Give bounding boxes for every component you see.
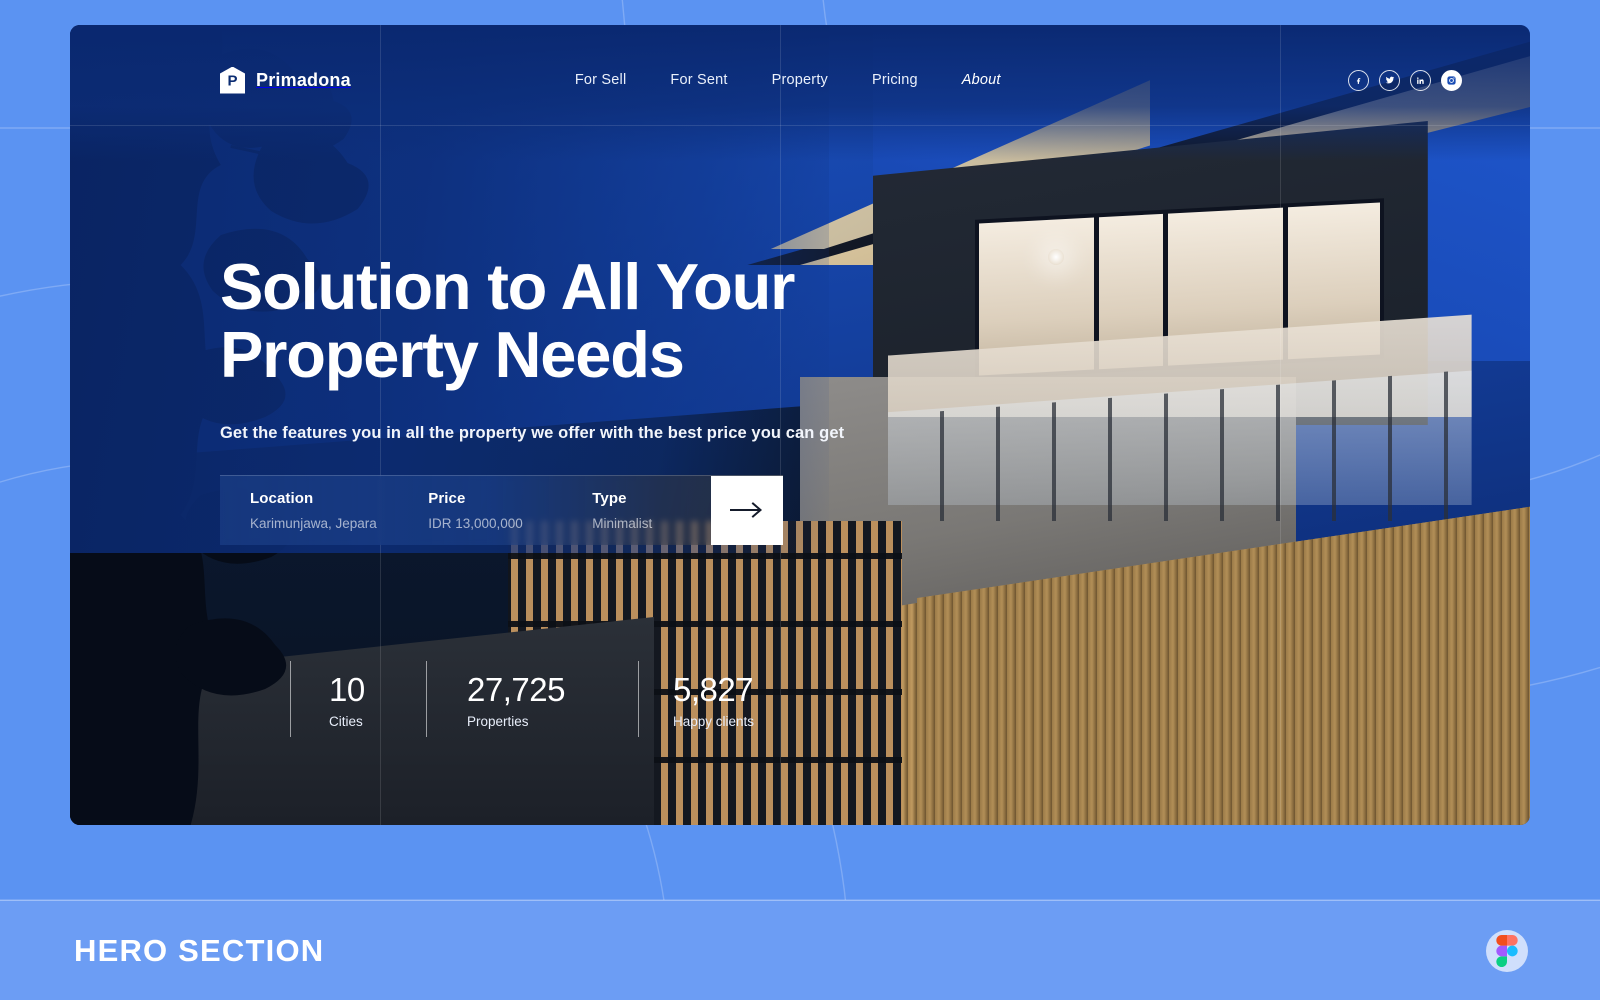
twitter-icon[interactable] bbox=[1379, 69, 1400, 91]
section-label: HERO SECTION bbox=[74, 932, 325, 968]
social-links bbox=[1348, 69, 1462, 91]
nav-item-about[interactable]: About bbox=[962, 72, 1001, 88]
arrow-right-icon bbox=[730, 502, 764, 518]
property-search-bar: Location Karimunjawa, Jepara Price IDR 1… bbox=[220, 474, 783, 545]
hero-heading: Solution to All Your Property Needs bbox=[220, 250, 1120, 392]
stat-happy-clients-caption: Happy clients bbox=[673, 714, 755, 729]
search-value-type: Minimalist bbox=[592, 515, 653, 531]
stat-cities-caption: Cities bbox=[329, 714, 363, 729]
stat-happy-clients: 5,827 Happy clients bbox=[638, 661, 838, 737]
nav-item-for-sent[interactable]: For Sent bbox=[670, 72, 727, 88]
hero-heading-line1: Solution to All Your bbox=[220, 250, 795, 323]
nav-item-for-sell[interactable]: For Sell bbox=[575, 72, 627, 88]
nav-item-property[interactable]: Property bbox=[772, 72, 828, 88]
hero-card: P Primadona For Sell For Sent Property P… bbox=[70, 25, 1530, 825]
hero-subheading: Get the features you in all the property… bbox=[220, 423, 845, 442]
section-label-bar: HERO SECTION bbox=[0, 900, 1600, 1000]
search-field-type[interactable]: Type Minimalist bbox=[568, 476, 711, 545]
brand-logo[interactable]: P Primadona bbox=[220, 66, 351, 94]
figma-logo-icon[interactable] bbox=[1486, 929, 1528, 972]
stat-cities: 10 Cities bbox=[290, 661, 426, 737]
stat-properties-value: 27,725 bbox=[467, 671, 565, 708]
search-submit-button[interactable] bbox=[711, 475, 783, 545]
house-logo-icon: P bbox=[220, 66, 245, 94]
stat-properties: 27,725 Properties bbox=[426, 661, 638, 737]
search-value-price: IDR 13,000,000 bbox=[428, 515, 523, 531]
hero-stats: 10 Cities 27,725 Properties 5,827 Happy … bbox=[290, 661, 838, 737]
logo-letter: P bbox=[227, 72, 238, 90]
linkedin-icon[interactable] bbox=[1410, 69, 1431, 91]
stat-properties-caption: Properties bbox=[467, 714, 529, 729]
search-label-location: Location bbox=[250, 489, 314, 507]
stat-cities-value: 10 bbox=[329, 671, 365, 708]
facebook-icon[interactable] bbox=[1348, 69, 1369, 91]
search-field-price[interactable]: Price IDR 13,000,000 bbox=[402, 476, 568, 545]
stat-happy-clients-value: 5,827 bbox=[673, 671, 754, 708]
nav-links: For Sell For Sent Property Pricing About bbox=[575, 72, 1001, 88]
hero-content: Solution to All Your Property Needs Get … bbox=[220, 250, 1120, 545]
brand-name: Primadona bbox=[256, 69, 351, 90]
instagram-icon[interactable] bbox=[1441, 69, 1462, 91]
search-label-price: Price bbox=[428, 489, 466, 507]
main-navbar: P Primadona For Sell For Sent Property P… bbox=[70, 25, 1530, 135]
search-value-location: Karimunjawa, Jepara bbox=[250, 515, 377, 531]
search-label-type: Type bbox=[592, 489, 627, 507]
search-field-location[interactable]: Location Karimunjawa, Jepara bbox=[220, 476, 402, 545]
nav-item-pricing[interactable]: Pricing bbox=[872, 72, 918, 88]
hero-heading-line2: Property Needs bbox=[220, 318, 685, 392]
